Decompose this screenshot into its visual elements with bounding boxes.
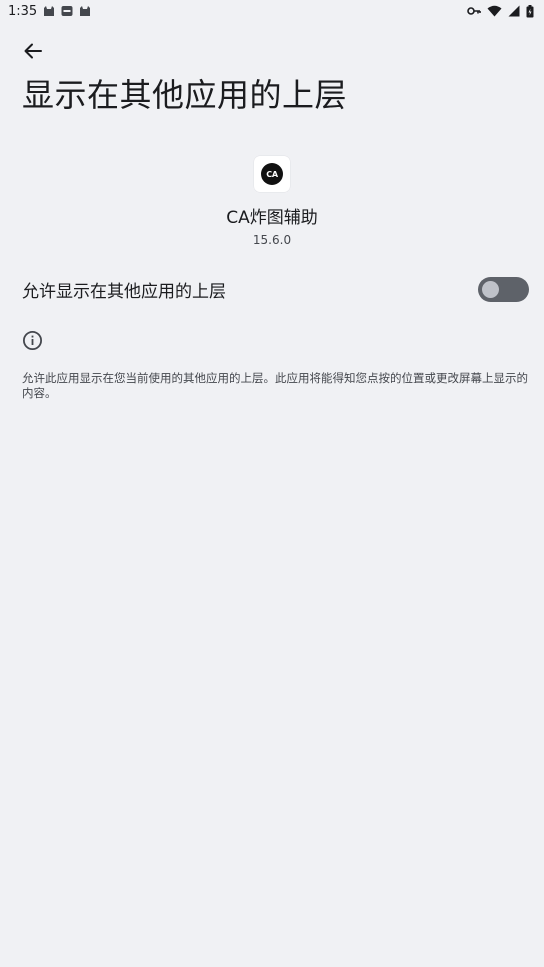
app-icon: CA	[254, 156, 290, 192]
status-time: 1:35	[8, 3, 38, 19]
app-badge-icon	[61, 6, 73, 16]
arrow-back-icon	[24, 43, 42, 59]
cat-icon	[44, 6, 55, 16]
app-version: 15.6.0	[252, 233, 292, 247]
app-name: CA炸图辅助	[226, 208, 318, 228]
info-icon	[22, 330, 43, 351]
switch-thumb	[482, 280, 499, 298]
signal-icon	[508, 5, 520, 17]
battery-icon	[526, 4, 534, 17]
allow-overlay-label: 允许显示在其他应用的上层	[22, 281, 226, 302]
status-left: 1:35	[8, 4, 91, 19]
status-right	[467, 4, 534, 18]
allow-overlay-toggle-row[interactable]: 允许显示在其他应用的上层	[0, 270, 544, 308]
app-header: CA CA炸图辅助 15.6.0	[0, 156, 544, 247]
page-title: 显示在其他应用的上层	[22, 76, 348, 114]
key-icon	[467, 7, 481, 15]
allow-overlay-switch[interactable]	[478, 276, 529, 302]
cat-icon	[80, 6, 91, 16]
back-button[interactable]	[16, 37, 50, 65]
permission-description: 允许此应用显示在您当前使用的其他应用的上层。此应用将能得知您点按的位置或更改屏幕…	[22, 371, 528, 400]
wifi-icon	[487, 5, 502, 17]
app-icon-logo: CA	[261, 163, 283, 185]
status-bar: 1:35	[0, 0, 544, 22]
